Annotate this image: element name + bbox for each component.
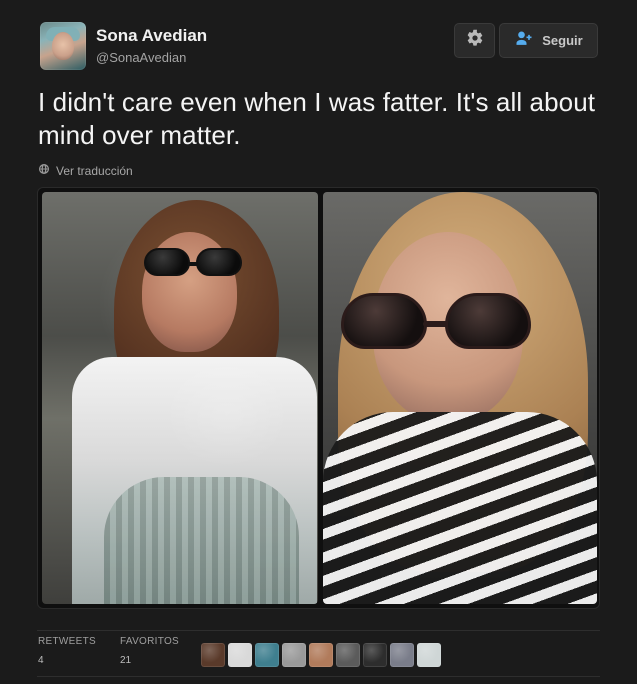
gear-icon [466, 29, 484, 52]
tweet-photo[interactable] [37, 187, 600, 609]
favorites-label: FAVORITOS [120, 636, 180, 647]
globe-icon [38, 163, 50, 178]
author-avatar[interactable] [40, 22, 86, 70]
follow-label: Seguir [542, 33, 583, 48]
tweet-card: Sona Avedian @SonaAvedian Seguir I didn'… [0, 0, 637, 684]
favorite-avatar[interactable] [201, 643, 225, 667]
author-handle[interactable]: @SonaAvedian [96, 50, 186, 65]
stats-divider-bottom [37, 676, 600, 677]
favorite-avatars [201, 643, 441, 667]
stats-divider-top [37, 630, 600, 631]
translate-link[interactable]: Ver traducción [38, 163, 133, 178]
favorite-avatar[interactable] [363, 643, 387, 667]
photo-right [323, 192, 597, 604]
translate-label: Ver traducción [56, 163, 133, 178]
photo-left [42, 192, 318, 604]
favorite-avatar[interactable] [336, 643, 360, 667]
favorite-avatar[interactable] [282, 643, 306, 667]
favorite-avatar[interactable] [390, 643, 414, 667]
favorites-count[interactable]: 21 [120, 655, 131, 666]
sunglasses-lens [144, 248, 190, 276]
author-name[interactable]: Sona Avedian [96, 26, 207, 46]
sunglasses-lens [341, 293, 427, 349]
sunglasses-left [134, 244, 252, 280]
favorite-avatar[interactable] [255, 643, 279, 667]
retweets-count[interactable]: 4 [38, 655, 44, 666]
settings-button[interactable] [454, 23, 495, 58]
dress-left [104, 477, 299, 604]
favorite-avatar[interactable] [417, 643, 441, 667]
follow-button[interactable]: Seguir [499, 23, 598, 58]
sunglasses-lens [445, 293, 531, 349]
striped-top [323, 412, 597, 604]
tweet-text: I didn't care even when I was fatter. It… [38, 87, 596, 150]
user-plus-icon [514, 31, 534, 50]
avatar-face [52, 32, 74, 60]
sunglasses-lens [196, 248, 242, 276]
favorite-avatar[interactable] [228, 643, 252, 667]
sunglasses-right [341, 287, 541, 357]
retweets-label: RETWEETS [38, 636, 96, 647]
favorite-avatar[interactable] [309, 643, 333, 667]
